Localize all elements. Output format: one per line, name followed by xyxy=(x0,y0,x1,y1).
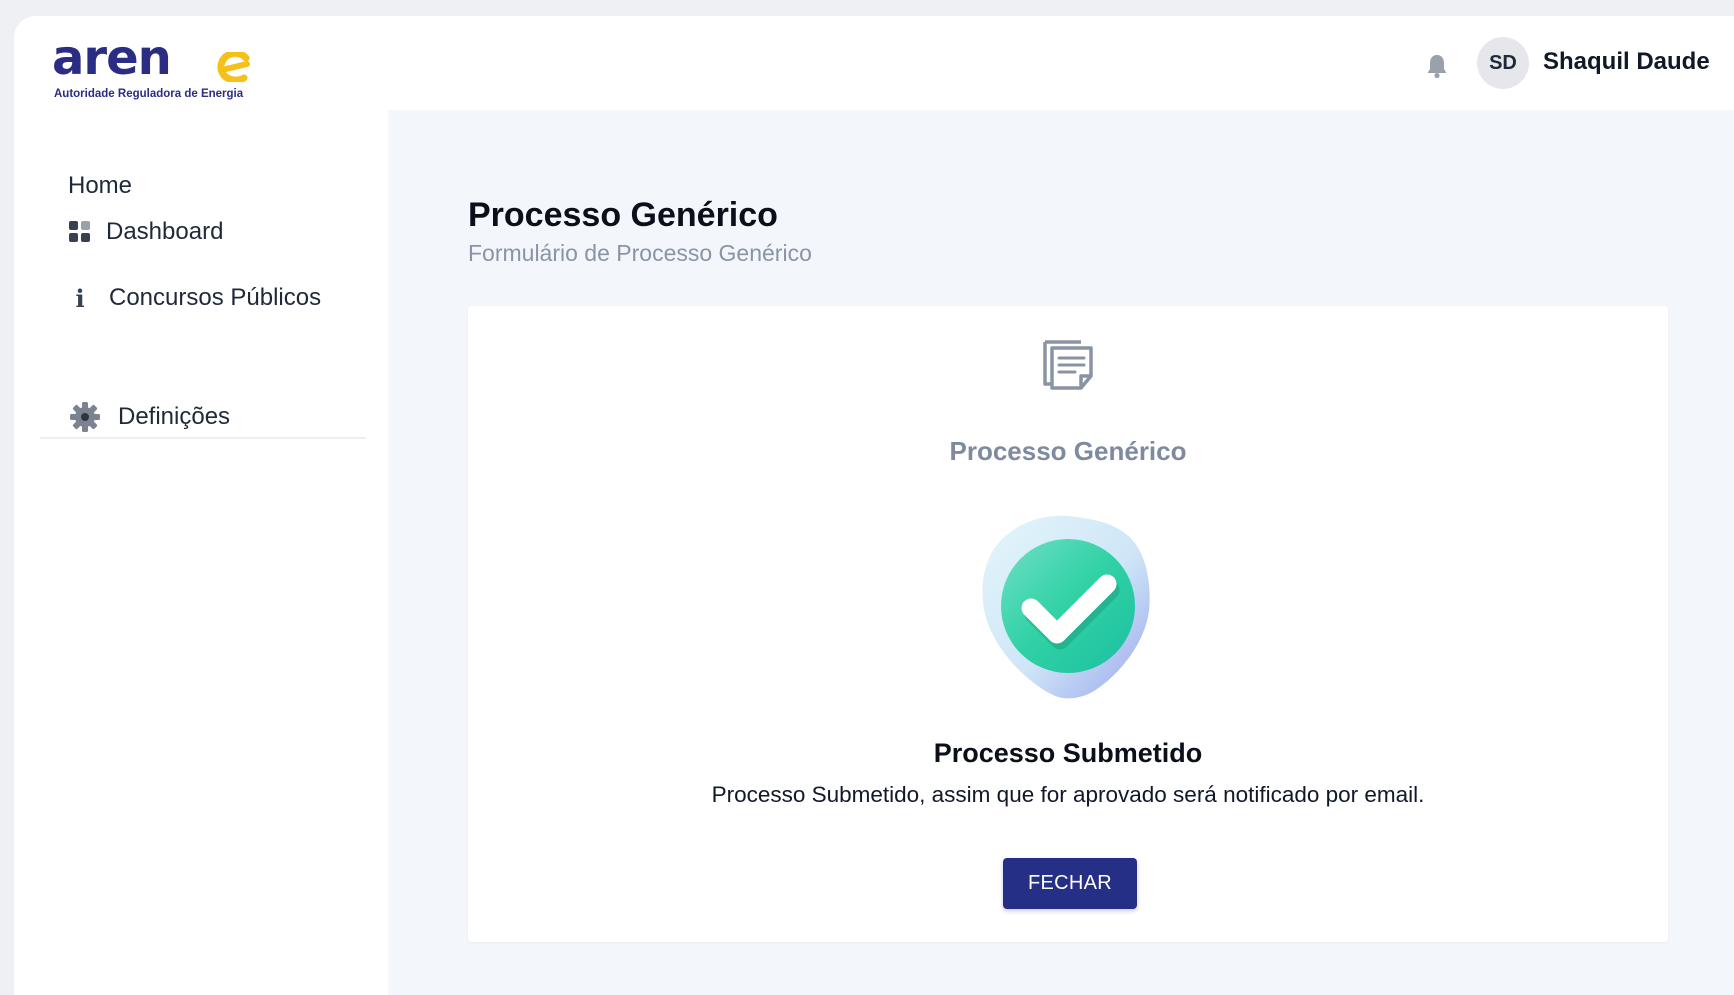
notification-bell-icon[interactable] xyxy=(1426,53,1448,79)
sidebar-item-label: Dashboard xyxy=(106,218,224,245)
dashboard-grid-icon xyxy=(68,220,92,244)
sidebar-divider xyxy=(40,437,366,439)
main-content: Processo Genérico Formulário de Processo… xyxy=(388,110,1734,995)
page-subtitle: Formulário de Processo Genérico xyxy=(468,240,812,266)
info-icon: i xyxy=(75,283,85,313)
success-title: Processo Submetido xyxy=(933,738,1203,768)
sidebar-item-label: Concursos Públicos xyxy=(109,284,322,311)
success-check-icon xyxy=(982,515,1150,699)
app-window: aren Autoridade Reguladora de Energia SD… xyxy=(14,16,1734,995)
avatar[interactable]: SD xyxy=(1477,37,1529,89)
gear-icon xyxy=(68,400,102,434)
logo-tagline: Autoridade Reguladora de Energia xyxy=(54,88,244,100)
close-button[interactable]: FECHAR xyxy=(1003,858,1137,909)
user-name[interactable]: Shaquil Daude xyxy=(1543,48,1710,76)
avatar-initials: SD xyxy=(1489,51,1517,74)
logo-e-mark-icon xyxy=(217,52,250,82)
page-title: Processo Genérico xyxy=(468,196,778,234)
card-title: Processo Genérico xyxy=(949,436,1187,466)
submission-card: Processo Genérico Processo Submetido Pro… xyxy=(468,306,1668,942)
sidebar-item-definicoes[interactable]: Definições xyxy=(68,400,230,434)
logo-wordmark: aren xyxy=(52,30,172,86)
aren-logo[interactable]: aren Autoridade Reguladora de Energia xyxy=(52,34,252,104)
success-message: Processo Submetido, assim que for aprova… xyxy=(711,782,1425,807)
document-icon xyxy=(1043,340,1093,390)
top-header: aren Autoridade Reguladora de Energia SD… xyxy=(14,16,1734,110)
sidebar: Home Dashboard i Concursos Públicos Defi… xyxy=(14,110,388,995)
sidebar-item-dashboard[interactable]: Dashboard xyxy=(68,218,223,246)
sidebar-item-label: Definições xyxy=(118,403,231,430)
sidebar-heading-home[interactable]: Home xyxy=(68,172,132,200)
sidebar-item-concursos-publicos[interactable]: i Concursos Públicos xyxy=(68,283,322,313)
